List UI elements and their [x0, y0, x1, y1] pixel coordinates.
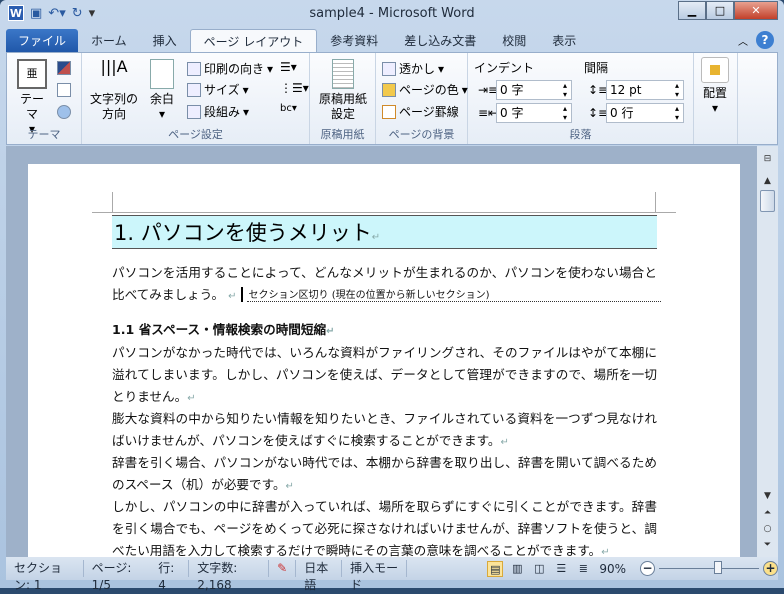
- status-line[interactable]: 行: 4: [150, 560, 190, 592]
- theme-fonts-icon[interactable]: [57, 83, 71, 97]
- page-color-icon: [382, 82, 396, 97]
- word-window: W ▣ ↶▾ ↻ ▾ sample4 - Microsoft Word ▁ □ …: [0, 0, 784, 592]
- ruler-toggle-icon[interactable]: ⊟: [760, 154, 775, 164]
- size-button[interactable]: サイズ ▾: [187, 81, 249, 98]
- section-break: セクション区切り (現在の位置から新しいセクション): [246, 289, 661, 302]
- genko-setup-button[interactable]: 原稿用紙設定: [316, 59, 370, 122]
- space-after-input[interactable]: 0 行 ▴ ▾: [606, 103, 684, 123]
- prev-page-button[interactable]: ⏶: [760, 508, 775, 518]
- group-theme: 亜 テーマ ▾ テーマ: [7, 53, 82, 144]
- close-button[interactable]: ✕: [734, 1, 778, 20]
- watermark-icon: [382, 61, 396, 76]
- minimize-button[interactable]: ▁: [678, 1, 706, 20]
- margins-icon: [150, 59, 174, 89]
- margins-button[interactable]: 余白 ▾: [144, 59, 180, 122]
- window-title: sample4 - Microsoft Word: [309, 6, 475, 21]
- document-area: 1. パソコンを使うメリット↵ パソコンを活用することによって、どんなメリットが…: [6, 146, 757, 557]
- help-icon[interactable]: ?: [756, 31, 774, 49]
- indent-label: インデント: [474, 61, 535, 75]
- proofing-icon[interactable]: ✎: [269, 560, 297, 577]
- group-arrange: 配置 ▾: [694, 53, 738, 144]
- columns-button[interactable]: 段組み ▾: [187, 103, 249, 120]
- outline-icon[interactable]: ☰: [553, 561, 569, 577]
- document-page[interactable]: 1. パソコンを使うメリット↵ パソコンを活用することによって、どんなメリットが…: [28, 164, 740, 557]
- arrange-icon: [701, 57, 729, 83]
- maximize-button[interactable]: □: [706, 1, 734, 20]
- tab-file[interactable]: ファイル: [6, 29, 79, 53]
- tab-references[interactable]: 参考資料: [317, 29, 391, 53]
- full-screen-reading-icon[interactable]: ▥: [509, 561, 525, 577]
- vertical-scrollbar[interactable]: ⊟ ▲ ▼ ⏶ ○ ⏷: [757, 146, 778, 557]
- title-bar: W ▣ ↶▾ ↻ ▾ sample4 - Microsoft Word ▁ □ …: [0, 0, 784, 28]
- heading-2: 1.1 省スペース・情報検索の時間短縮↵: [112, 322, 335, 337]
- scroll-down-button[interactable]: ▼: [760, 491, 775, 501]
- columns-icon: [187, 104, 201, 119]
- tab-home[interactable]: ホーム: [78, 29, 140, 53]
- browse-object-button[interactable]: ○: [760, 524, 775, 534]
- status-section[interactable]: セクション: 1: [6, 560, 84, 592]
- scroll-up-button[interactable]: ▲: [760, 176, 775, 186]
- status-language[interactable]: 日本語: [296, 560, 343, 592]
- spacing-label: 間隔: [584, 61, 609, 75]
- tab-mailings[interactable]: 差し込み文書: [391, 29, 489, 53]
- scroll-thumb[interactable]: [760, 190, 775, 212]
- tab-insert[interactable]: 挿入: [140, 29, 190, 53]
- page-color-button[interactable]: ページの色 ▾: [382, 81, 468, 98]
- arrange-button[interactable]: 配置 ▾: [698, 57, 732, 116]
- ribbon-tabs: ファイル ホーム 挿入 ページ レイアウト 参考資料 差し込み文書 校閲 表示: [6, 28, 589, 53]
- ribbon: 亜 テーマ ▾ テーマ |||A 文字列の方向 余白 ▾ 印刷の向き ▾ サイズ ▾ 段…: [6, 52, 778, 145]
- status-page[interactable]: ページ: 1/5: [84, 560, 151, 592]
- status-bar: セクション: 1 ページ: 1/5 行: 4 文字数: 2,168 ✎ 日本語 …: [6, 557, 778, 592]
- theme-colors-icon[interactable]: [57, 61, 71, 75]
- page-borders-icon: [382, 104, 396, 119]
- watermark-button[interactable]: 透かし ▾: [382, 60, 444, 77]
- tab-view[interactable]: 表示: [539, 29, 589, 53]
- zoom-out-button[interactable]: −: [640, 561, 655, 576]
- intro-paragraph: パソコンを活用することによって、どんなメリットが生まれるのか、パソコンを使わない…: [112, 262, 661, 306]
- body-text: パソコンがなかった時代では、いろんな資料がファイリングされ、そのファイルはやがて…: [112, 345, 657, 557]
- page-borders-button[interactable]: ページ罫線: [382, 103, 459, 120]
- zoom-slider[interactable]: [659, 561, 759, 574]
- next-page-button[interactable]: ⏷: [760, 540, 775, 550]
- draft-icon[interactable]: ≣: [575, 561, 591, 577]
- heading-1: 1. パソコンを使うメリット↵: [112, 215, 657, 249]
- group-page-setup: |||A 文字列の方向 余白 ▾ 印刷の向き ▾ サイズ ▾ 段組み ▾ ☰▾ ⋮☰▾ …: [82, 53, 310, 144]
- zoom-slider-thumb[interactable]: [714, 561, 722, 574]
- text-direction-icon: |||A: [100, 57, 128, 76]
- theme-icon: 亜: [17, 59, 47, 89]
- group-paragraph: インデント 間隔 ⇥≡ 0 字 ▴ ▾ ≡⇤ 0 字 ▴ ▾ ↕≡ 12 pt ▴ ▾ ↕≡…: [468, 53, 694, 144]
- hyphenation-icon[interactable]: bc▾: [280, 103, 297, 114]
- indent-left-input[interactable]: 0 字 ▴ ▾: [496, 80, 572, 100]
- orientation-button[interactable]: 印刷の向き ▾: [187, 60, 273, 77]
- collapse-ribbon-icon[interactable]: ︿: [738, 33, 748, 48]
- status-insert-mode[interactable]: 挿入モード: [342, 560, 408, 592]
- zoom-in-button[interactable]: +: [763, 561, 778, 576]
- tab-review[interactable]: 校閲: [489, 29, 539, 53]
- group-genko: 原稿用紙設定 原稿用紙: [310, 53, 376, 144]
- tab-page-layout[interactable]: ページ レイアウト: [189, 29, 318, 53]
- orientation-icon: [187, 61, 201, 76]
- zoom-level[interactable]: 90%: [599, 562, 626, 576]
- status-word-count[interactable]: 文字数: 2,168: [189, 560, 270, 592]
- size-icon: [187, 82, 201, 97]
- genko-icon: [332, 59, 354, 89]
- indent-right-input[interactable]: 0 字 ▴ ▾: [496, 103, 572, 123]
- theme-effects-icon[interactable]: [57, 105, 71, 119]
- text-direction-button[interactable]: |||A 文字列の方向: [88, 59, 140, 122]
- print-layout-icon[interactable]: ▤: [487, 560, 504, 577]
- breaks-icon[interactable]: ☰▾: [280, 60, 297, 74]
- web-layout-icon[interactable]: ◫: [531, 561, 547, 577]
- line-numbers-icon[interactable]: ⋮☰▾: [280, 81, 309, 95]
- group-page-background: 透かし ▾ ページの色 ▾ ページ罫線 ページの背景: [376, 53, 468, 144]
- space-before-input[interactable]: 12 pt ▴ ▾: [606, 80, 684, 100]
